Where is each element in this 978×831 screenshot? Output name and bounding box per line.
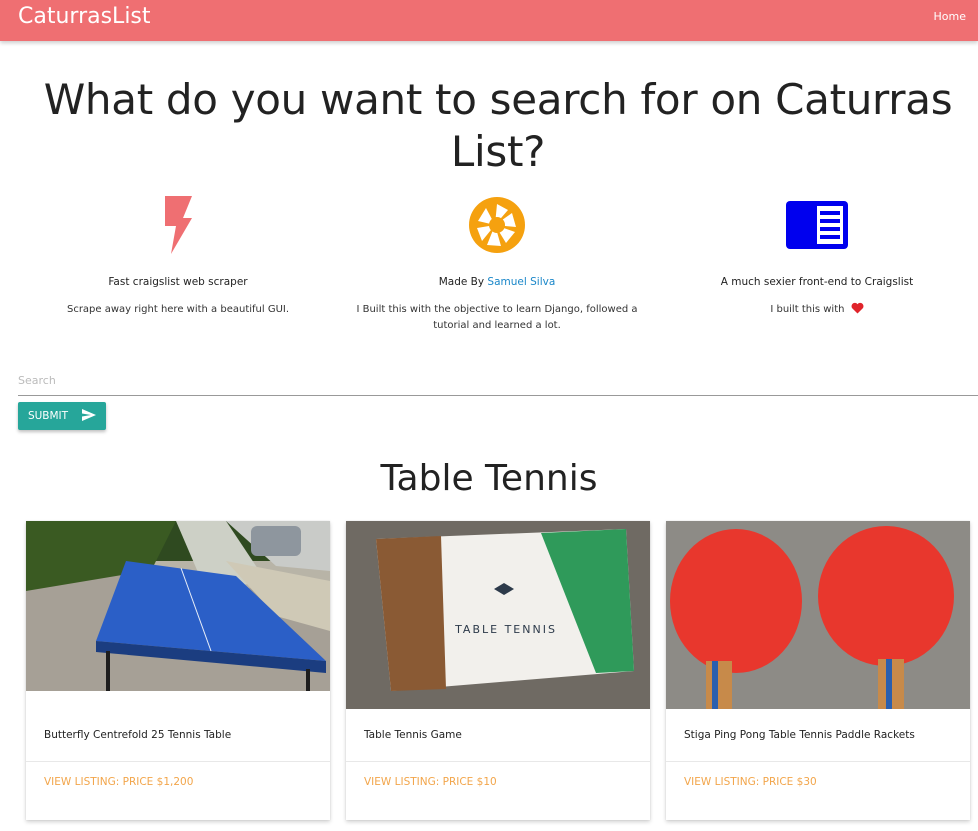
view-listing-link[interactable]: VIEW LISTING: PRICE $1,200 [44,776,193,788]
listing-title: Butterfly Centrefold 25 Tennis Table [44,729,232,741]
submit-label: SUBMIT [27,410,69,422]
results-heading: Table Tennis [380,458,598,499]
feature-title: Fast craigslist web scraper [108,276,248,288]
camera-aperture-icon [347,194,647,256]
listing-card: TABLE TENNIS Table Tennis Game VIEW LIST… [346,521,650,820]
feature-title-prefix: Made By [438,276,488,288]
listing-image[interactable] [26,521,330,691]
listing-card: Butterfly Centrefold 25 Tennis Table VIE… [26,521,330,820]
author-link[interactable]: Samuel Silva [487,276,555,288]
listing-title: Table Tennis Game [364,729,462,741]
nav-home-link[interactable]: Home [934,10,966,23]
feature-description: Scrape away right here with a beautiful … [66,304,290,315]
card-divider [666,761,970,762]
view-listing-link[interactable]: VIEW LISTING: PRICE $10 [364,776,497,788]
feature-description: I Built this with the objective to learn… [356,304,638,331]
feature-scraper: Fast craigslist web scraper Scrape away … [28,194,328,318]
feature-frontend: A much sexier front-end to Craigslist I … [667,194,967,320]
feature-description-text: I built this with [770,304,845,315]
view-listing-link[interactable]: VIEW LISTING: PRICE $30 [684,776,817,788]
page-title: What do you want to search for on Caturr… [43,75,953,176]
feature-title: A much sexier front-end to Craigslist [720,276,914,288]
send-icon [82,408,97,424]
listing-image[interactable] [666,521,970,709]
heart-icon [851,302,864,320]
feature-description: I built this with [667,302,967,320]
search-field [18,365,978,396]
search-input[interactable] [18,365,978,395]
product-box-text: TABLE TENNIS [454,623,557,636]
listing-title: Stiga Ping Pong Table Tennis Paddle Rack… [684,729,915,741]
listing-image[interactable]: TABLE TENNIS [346,521,650,709]
chrome-reader-mode-icon [667,194,967,256]
submit-button[interactable]: SUBMIT [18,402,106,430]
card-divider [346,761,650,762]
feature-title: Made By Samuel Silva [347,276,647,288]
navbar: CaturrasList Home [0,0,978,41]
card-divider [26,761,330,762]
listing-card: Stiga Ping Pong Table Tennis Paddle Rack… [666,521,970,820]
feature-author: Made By Samuel Silva I Built this with t… [347,194,647,334]
brand-logo[interactable]: CaturrasList [18,4,151,29]
bolt-icon [28,194,328,256]
